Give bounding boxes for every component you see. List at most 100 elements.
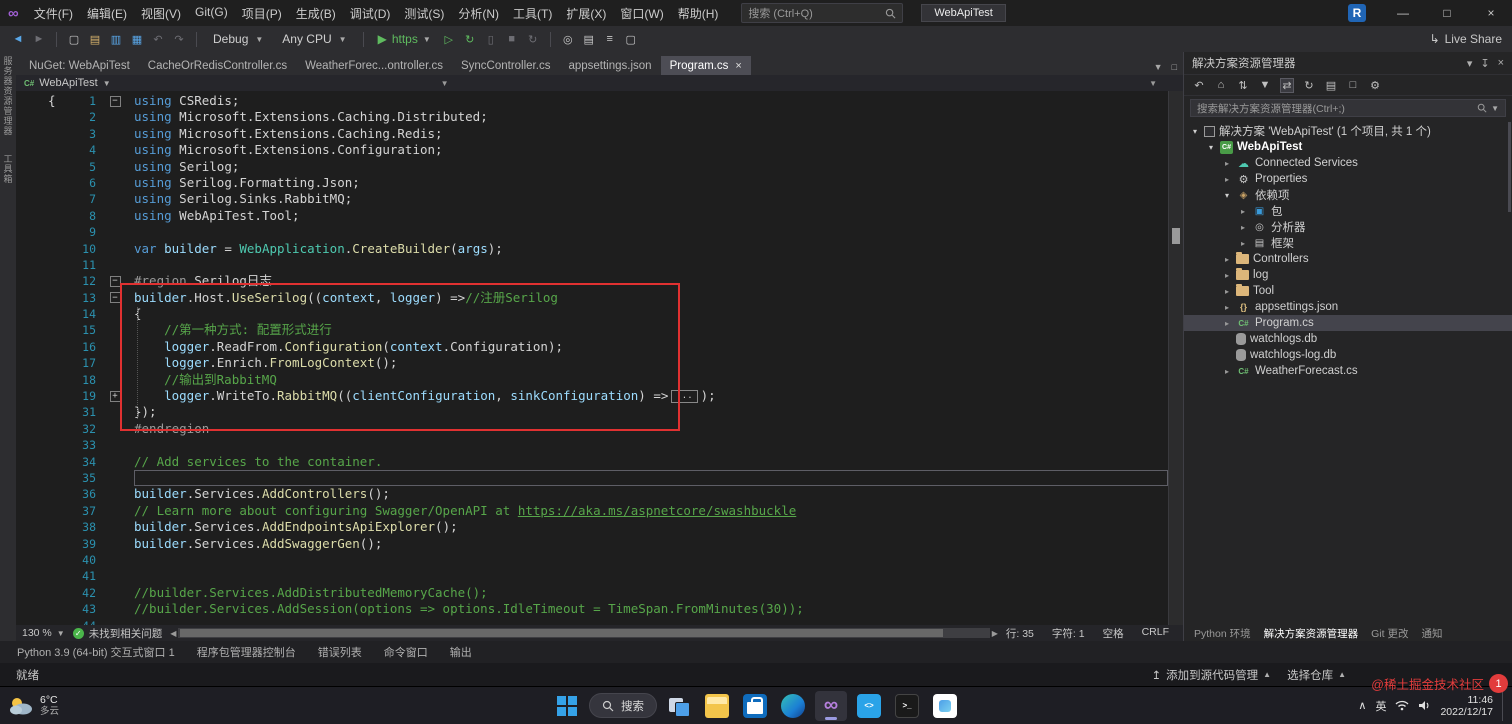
expand-icon[interactable]: ▸: [1222, 255, 1232, 264]
clock[interactable]: 11:46 2022/12/17: [1440, 694, 1493, 718]
menu-item[interactable]: 调试(D): [343, 2, 398, 25]
tree-item-connected-services[interactable]: ▸ ☁ Connected Services: [1184, 155, 1512, 171]
menu-item[interactable]: 帮助(H): [671, 2, 726, 25]
find-in-files-icon[interactable]: ◎: [560, 29, 576, 49]
code-line[interactable]: 40: [16, 552, 1183, 568]
minimize-button[interactable]: —: [1382, 0, 1424, 26]
code-line[interactable]: 36 builder.Services.AddControllers();: [16, 486, 1183, 502]
code-line[interactable]: 4 using Microsoft.Extensions.Configuratio…: [16, 142, 1183, 158]
r-extension-icon[interactable]: R: [1348, 4, 1366, 22]
start-button[interactable]: [551, 691, 583, 721]
restart-icon[interactable]: ↻: [525, 29, 541, 49]
chevron-down-icon[interactable]: ▼: [1491, 104, 1499, 113]
platform-dropdown[interactable]: Any CPU ▼: [275, 31, 353, 47]
redo-icon[interactable]: ↷: [171, 29, 187, 49]
code-editor[interactable]: { 1 − using CSRedis; 2 using Microsoft.Exten…: [16, 91, 1183, 625]
hot-reload-icon[interactable]: ↻: [462, 29, 478, 49]
code-line[interactable]: 18 //输出到RabbitMQ: [16, 372, 1183, 388]
tree-item-project-webapitest[interactable]: ▾ C# WebApiTest: [1184, 139, 1512, 155]
side-panel-tab[interactable]: 服务器资源管理器: [2, 56, 15, 136]
expand-icon[interactable]: ▸: [1222, 303, 1232, 312]
quick-search-box[interactable]: 搜索 (Ctrl+Q): [741, 3, 904, 23]
menu-item[interactable]: 编辑(E): [80, 2, 134, 25]
editor-tab[interactable]: NuGet: WebApiTest: [20, 56, 139, 75]
ime-indicator[interactable]: 英: [1375, 698, 1386, 714]
add-to-source-control-button[interactable]: ↥ 添加到源代码管理 ▲: [1152, 667, 1272, 683]
menu-item[interactable]: 视图(V): [134, 2, 188, 25]
maximize-button[interactable]: □: [1426, 0, 1468, 26]
code-line[interactable]: 2 using Microsoft.Extensions.Caching.Dist…: [16, 109, 1183, 125]
comment-icon[interactable]: ▤: [581, 29, 597, 49]
menu-item[interactable]: 测试(S): [397, 2, 451, 25]
taskbar-app-photos[interactable]: [929, 691, 961, 721]
expand-icon[interactable]: ▸: [1238, 207, 1248, 216]
stop-icon[interactable]: ■: [504, 29, 520, 49]
back-icon[interactable]: ↶: [1192, 79, 1206, 92]
code-line[interactable]: 31});: [16, 404, 1183, 420]
menu-item[interactable]: Git(G): [188, 2, 235, 25]
editor-tab[interactable]: Program.cs ×: [660, 56, 751, 75]
code-line[interactable]: 37 // Learn more about configuring Swagge…: [16, 503, 1183, 519]
save-icon[interactable]: ▥: [108, 29, 124, 49]
tree-item-weatherforecast-cs[interactable]: ▸ C# WeatherForecast.cs: [1184, 363, 1512, 379]
tree-item-solution[interactable]: ▾ 解决方案 'WebApiTest' (1 个项目, 共 1 个): [1184, 123, 1512, 139]
navigate-forward-icon[interactable]: ►: [31, 29, 47, 49]
code-line[interactable]: 43 //builder.Services.AddSession(options …: [16, 601, 1183, 617]
weather-widget[interactable]: 6°C 多云: [8, 694, 59, 718]
expand-icon[interactable]: ▸: [1222, 175, 1232, 184]
code-line[interactable]: 13 − builder.Host.UseSerilog((context, log…: [16, 290, 1183, 306]
volume-icon[interactable]: [1418, 700, 1431, 711]
break-all-icon[interactable]: ▯: [483, 29, 499, 49]
refresh-icon[interactable]: ↻: [1302, 79, 1316, 92]
code-line[interactable]: 6 using Serilog.Formatting.Json;: [16, 175, 1183, 191]
hscrollbar-thumb[interactable]: [180, 629, 944, 637]
close-icon[interactable]: ×: [735, 60, 741, 72]
type-dropdown[interactable]: ▼: [441, 79, 449, 88]
collapse-region-icon[interactable]: −: [109, 95, 121, 107]
open-file-icon[interactable]: ▤: [87, 29, 103, 49]
collapse-all-icon[interactable]: ▤: [1324, 79, 1338, 92]
sidebar-scrollbar[interactable]: [1508, 122, 1511, 212]
menu-item[interactable]: 工具(T): [506, 2, 559, 25]
tray-expand-icon[interactable]: ∧: [1358, 699, 1366, 712]
bookmark-icon[interactable]: ▢: [623, 29, 639, 49]
taskbar-app-file-explorer[interactable]: [701, 691, 733, 721]
menu-item[interactable]: 分析(N): [451, 2, 506, 25]
code-line[interactable]: 1 − using CSRedis;: [16, 93, 1183, 109]
editor-tab[interactable]: SyncController.cs: [452, 56, 559, 75]
expand-icon[interactable]: ▸: [1222, 271, 1232, 280]
code-line[interactable]: 16 logger.ReadFrom.Configuration(context…: [16, 339, 1183, 355]
menu-item[interactable]: 文件(F): [27, 2, 80, 25]
close-icon[interactable]: ×: [1498, 57, 1504, 70]
start-debugging-button[interactable]: ▶ https ▼: [373, 32, 436, 46]
sidebar-tab[interactable]: 解决方案资源管理器: [1264, 626, 1359, 641]
live-share-button[interactable]: ↳ Live Share: [1430, 32, 1502, 46]
horizontal-scrollbar[interactable]: ◀ ▶: [170, 628, 998, 638]
code-line[interactable]: 8 using WebApiTest.Tool;: [16, 208, 1183, 224]
line-ending-indicator[interactable]: CRLF: [1142, 626, 1169, 641]
sync-with-active-document-icon[interactable]: ⇄: [1280, 77, 1294, 93]
code-line[interactable]: 3 using Microsoft.Extensions.Caching.Redi…: [16, 126, 1183, 142]
editor-tab[interactable]: appsettings.json: [559, 56, 660, 75]
sidebar-tab[interactable]: Python 环境: [1194, 626, 1251, 641]
menu-item[interactable]: 窗口(W): [613, 2, 670, 25]
debug-configuration-dropdown[interactable]: Debug ▼: [206, 31, 270, 47]
navigate-back-icon[interactable]: ◄: [10, 29, 26, 49]
menu-item[interactable]: 项目(P): [235, 2, 289, 25]
menu-item[interactable]: 生成(B): [289, 2, 343, 25]
document-list-icon[interactable]: ▼: [1154, 62, 1163, 72]
taskbar-app-terminal[interactable]: >_: [891, 691, 923, 721]
code-line[interactable]: 32 #endregion: [16, 421, 1183, 437]
panel-tab[interactable]: 程序包管理器控制台: [188, 642, 305, 662]
menu-item[interactable]: 扩展(X): [559, 2, 613, 25]
tree-item-log[interactable]: ▸ log: [1184, 267, 1512, 283]
filter-icon[interactable]: ▼: [1258, 79, 1272, 91]
taskbar-app-edge[interactable]: [777, 691, 809, 721]
code-line[interactable]: 44: [16, 618, 1183, 626]
undo-icon[interactable]: ↶: [150, 29, 166, 49]
switch-views-icon[interactable]: ⇅: [1236, 79, 1250, 92]
side-panel-tab[interactable]: 工具箱: [2, 154, 15, 184]
collapse-region-icon[interactable]: −: [109, 275, 121, 287]
code-line[interactable]: 9: [16, 224, 1183, 240]
code-line[interactable]: 5 using Serilog;: [16, 159, 1183, 175]
